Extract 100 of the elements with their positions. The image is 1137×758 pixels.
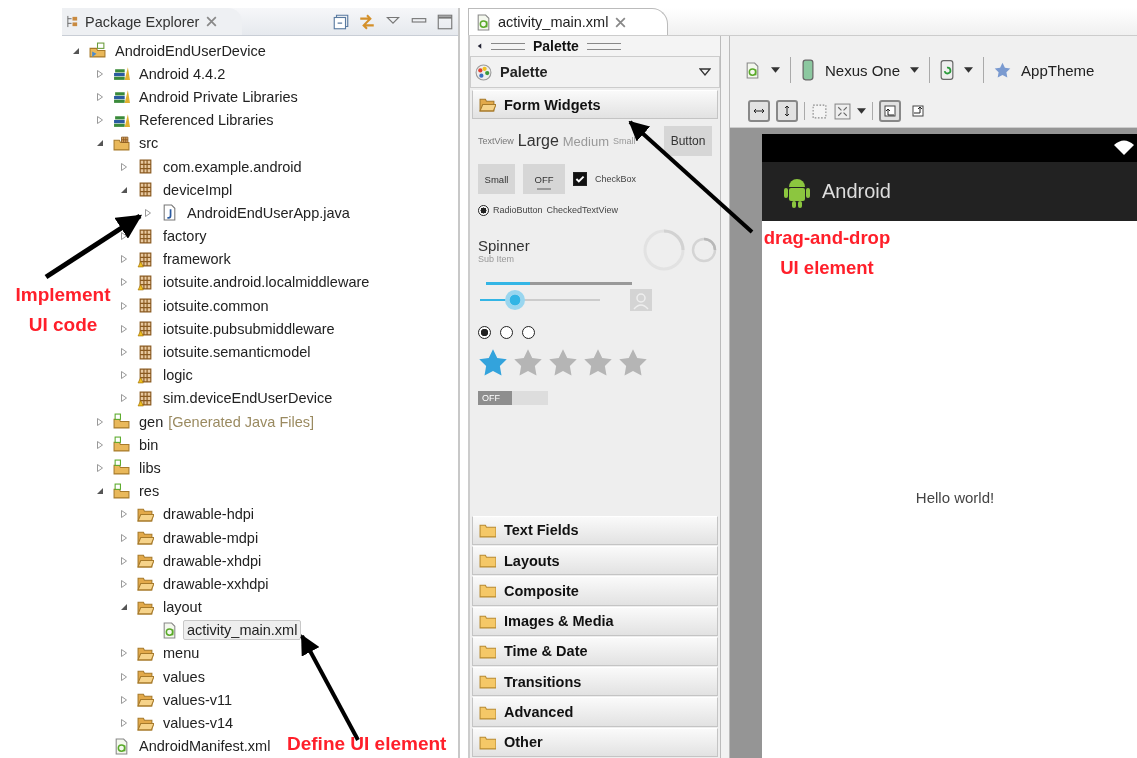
folder-icon [137, 552, 154, 570]
palette-header: Palette [533, 38, 579, 54]
radio-button[interactable] [522, 325, 535, 339]
margins-icon[interactable] [811, 102, 828, 120]
tree-item[interactable]: iotsuite.semanticmodel [159, 342, 315, 363]
tree-item[interactable]: AndroidManifest.xml [135, 736, 275, 757]
zoom-fit-icon[interactable] [834, 102, 851, 120]
tree-item[interactable]: drawable-hdpi [159, 504, 259, 525]
tree-item[interactable]: bin [135, 434, 163, 455]
tree-item[interactable]: values-v11 [159, 689, 237, 710]
folder-icon [479, 582, 496, 600]
package-warning-icon [137, 273, 154, 291]
palette-category[interactable]: Other [472, 727, 718, 757]
tree-item[interactable]: Android Private Libraries [135, 86, 302, 107]
palette-category[interactable]: Text Fields [472, 515, 718, 545]
editor-tab-title: activity_main.xml [498, 14, 609, 30]
tree-item[interactable]: Android 4.4.2 [135, 63, 230, 84]
tree-expander-icon[interactable] [96, 487, 104, 496]
tree-item[interactable]: sim.deviceEndUserDevice [159, 388, 337, 409]
maximize-icon[interactable] [436, 12, 454, 31]
wifi-icon [1114, 140, 1134, 156]
tree-item[interactable]: factory [159, 226, 211, 247]
tree-expander-icon[interactable] [120, 232, 128, 241]
app-title: Android [822, 180, 891, 203]
caret-icon[interactable] [964, 67, 974, 73]
tree-item[interactable]: drawable-xxhdpi [159, 573, 273, 594]
checkbox[interactable] [573, 172, 587, 187]
tree-expander-icon[interactable] [120, 185, 128, 194]
tree-item[interactable]: AndroidEndUserApp.java [183, 202, 354, 223]
close-icon[interactable] [205, 15, 219, 28]
small-button-sample[interactable]: Small [478, 164, 515, 195]
tree-item[interactable]: iotsuite.common [159, 295, 273, 316]
tree-expander-icon[interactable] [120, 603, 128, 612]
collapse-left-icon[interactable] [476, 42, 483, 50]
palette-dropdown[interactable]: Palette [470, 56, 720, 88]
palette-category[interactable]: Images & Media [472, 606, 718, 636]
spinner-sample[interactable]: Spinner [478, 236, 530, 254]
radio-button-label: RadioButton [493, 205, 543, 216]
tree-item[interactable]: drawable-xhdpi [159, 550, 266, 571]
small-progress-ring-drawing[interactable] [690, 236, 718, 265]
grip-lines-icon [491, 42, 525, 50]
text-view-sample[interactable]: TextView [478, 136, 514, 147]
collapse-all-icon[interactable] [332, 12, 350, 31]
tree-item[interactable]: logic [159, 365, 197, 386]
tree-expander-icon[interactable] [72, 46, 80, 55]
tree-item[interactable]: src [135, 133, 163, 154]
tree-item[interactable]: gen [135, 411, 168, 432]
annotation-text: Define UI element [287, 732, 447, 756]
theme-selector[interactable]: AppTheme [1021, 61, 1095, 79]
text-view-sample[interactable]: Large [517, 132, 559, 151]
caret-icon[interactable] [857, 108, 866, 114]
layout-view-button[interactable] [879, 100, 901, 122]
radio-button[interactable] [478, 204, 489, 216]
palette-category[interactable]: Composite [472, 576, 718, 606]
splitter-bar[interactable] [721, 36, 730, 758]
tree-item[interactable]: menu [159, 643, 204, 664]
tree-item[interactable]: libs [135, 457, 165, 478]
tree-item[interactable]: com.example.android [159, 156, 306, 177]
tree-item[interactable]: Referenced Libraries [135, 110, 278, 131]
tree-item[interactable]: values-v14 [159, 713, 238, 734]
tree-item[interactable]: layout [159, 597, 206, 618]
link-arrows-icon[interactable] [358, 12, 376, 31]
button-sample[interactable]: Button [664, 126, 712, 157]
tree-item[interactable]: values [159, 666, 209, 687]
caret-icon[interactable] [771, 67, 780, 73]
palette-category[interactable]: Advanced [472, 697, 718, 727]
tree-item[interactable]: deviceImpl [159, 179, 237, 200]
progress-bar-track[interactable] [486, 282, 632, 286]
palette-category[interactable]: Form Widgets [472, 90, 718, 120]
tree-item[interactable]: iotsuite.pubsubmiddleware [159, 318, 339, 339]
editor-tab[interactable]: activity_main.xml [468, 8, 669, 35]
palette-category[interactable]: Layouts [472, 545, 718, 576]
palette-category[interactable]: Time & Date [472, 636, 718, 667]
rotate-device-icon[interactable] [940, 59, 955, 81]
resource-folder-icon [113, 413, 130, 431]
radio-button[interactable] [500, 325, 513, 339]
package-explorer-tab[interactable]: Package Explorer [62, 8, 243, 35]
tree-item[interactable]: iotsuite.android.localmiddleware [159, 272, 374, 293]
tree-item[interactable]: framework [159, 249, 235, 270]
folder-icon [137, 575, 154, 593]
caret-icon[interactable] [910, 67, 920, 73]
checked-text-view-sample[interactable]: CheckedTextView [546, 205, 618, 216]
tree-item[interactable]: AndroidEndUserDevice [111, 40, 270, 61]
tree-item[interactable]: activity_main.xml [183, 620, 302, 641]
xml-file-icon [161, 621, 178, 639]
seek-bar-thumb[interactable] [504, 290, 525, 311]
tree-expander-icon[interactable] [96, 139, 104, 148]
tree-item[interactable]: drawable-mdpi [159, 527, 263, 548]
device-selector[interactable]: Nexus One [825, 61, 901, 79]
toggle-button-sample[interactable]: OFF [523, 164, 565, 195]
tree-item[interactable]: res [135, 481, 164, 502]
fill-width-button[interactable] [748, 100, 770, 122]
radio-button[interactable] [478, 325, 491, 339]
source-folder-icon [113, 134, 130, 152]
close-icon[interactable] [614, 15, 628, 29]
palette-icon [475, 63, 492, 81]
grip-lines-icon [586, 42, 621, 50]
fill-height-button[interactable] [776, 100, 798, 122]
palette-category[interactable]: Transitions [472, 667, 718, 697]
package-icon [137, 181, 154, 199]
